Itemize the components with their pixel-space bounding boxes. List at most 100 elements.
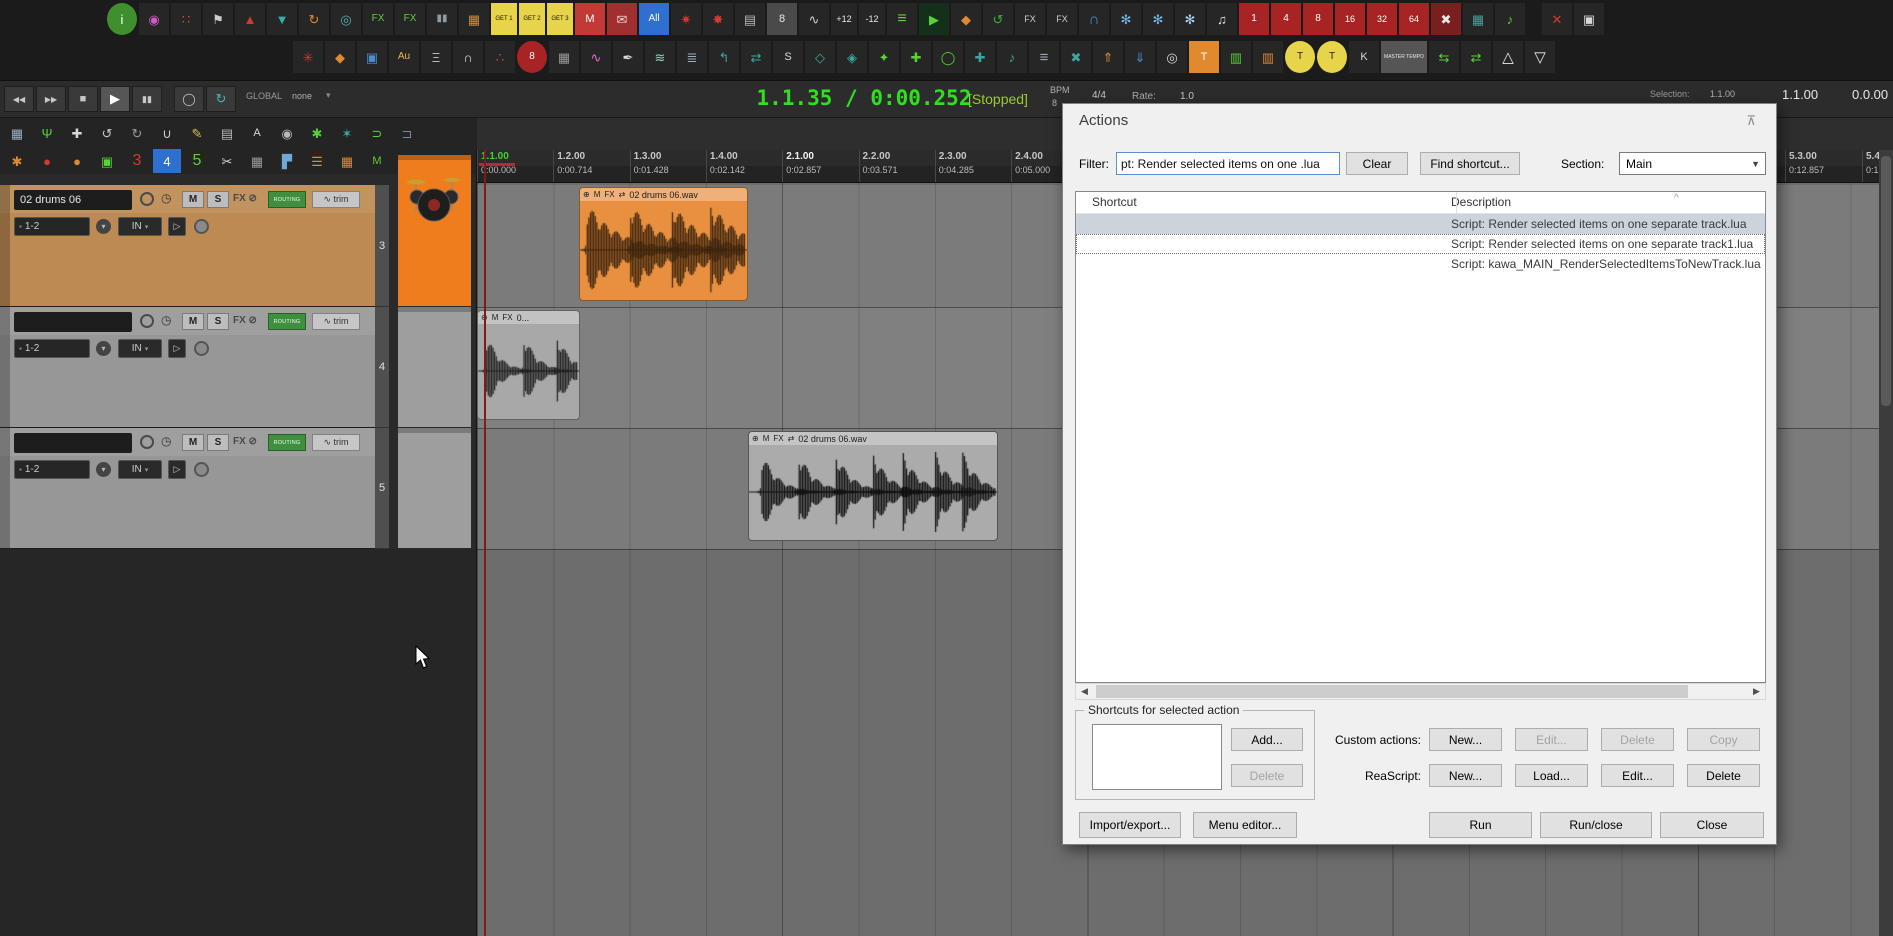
fx-button[interactable]: FX ⊘	[233, 315, 257, 326]
monitor-icon[interactable]: ◎	[331, 3, 361, 35]
arrow-up-icon[interactable]: ▲	[235, 3, 265, 35]
list-icon[interactable]: ▤	[213, 121, 241, 145]
note-green-icon[interactable]: ♪	[1495, 3, 1525, 35]
get3-icon[interactable]: GET 3	[547, 3, 573, 35]
window-icon[interactable]: ▛	[273, 149, 301, 173]
track-name-field[interactable]	[14, 433, 132, 453]
routing-button[interactable]: ROUTING	[268, 191, 306, 208]
media-item[interactable]: ⊕ M FX ⇄ 02 drums 06.wav	[748, 431, 998, 541]
au-icon[interactable]: Au	[389, 41, 419, 73]
lock-green-icon[interactable]: ▣	[93, 149, 121, 173]
diamond-orange2-icon[interactable]: ◆	[325, 41, 355, 73]
fx-button[interactable]: FX ⊘	[233, 436, 257, 447]
grid-orange2-icon[interactable]: ▦	[333, 149, 361, 173]
frame-icon[interactable]: ▣	[1574, 3, 1604, 35]
mixer-panel-track-3[interactable]	[398, 155, 471, 307]
mute-button[interactable]: M	[182, 313, 204, 330]
num3-icon[interactable]: 3	[123, 149, 151, 173]
scales-icon[interactable]: Ξ	[421, 41, 451, 73]
reascript-load-button[interactable]: Load...	[1515, 764, 1588, 787]
atom-icon[interactable]: ✳	[293, 41, 323, 73]
div8-icon[interactable]: 8	[1303, 3, 1333, 35]
solo-button[interactable]: S	[207, 191, 229, 208]
grid-orange-icon[interactable]: ▦	[459, 3, 489, 35]
global-automation-value[interactable]: none	[292, 91, 312, 101]
undo-green-icon[interactable]: ↺	[983, 3, 1013, 35]
clock-icon[interactable]: ◷	[161, 434, 171, 448]
bracket-icon[interactable]: ⊐	[393, 121, 421, 145]
stop-button[interactable]: ■	[68, 86, 98, 112]
master-tempo-icon[interactable]: MASTER TEMPO	[1381, 41, 1427, 73]
record-red-icon[interactable]: ●	[33, 149, 61, 173]
track-panel-4[interactable]: ◷ M S FX ⊘ ROUTING ∿ trim ▪ 1-2 ▾ IN ▾ ▷	[0, 307, 375, 428]
action-row[interactable]: Script: Render selected items on one sep…	[1076, 214, 1765, 234]
tri-down-icon[interactable]: ▽	[1525, 41, 1555, 73]
track-panel-5[interactable]: ◷ M S FX ⊘ ROUTING ∿ trim ▪ 1-2 ▾ IN ▾ ▷	[0, 428, 375, 549]
custom-copy-button[interactable]: Copy	[1687, 728, 1760, 751]
add-shortcut-button[interactable]: Add...	[1231, 728, 1303, 751]
clock-icon[interactable]: ◷	[161, 191, 171, 205]
menu-green-icon[interactable]: ≡	[887, 3, 917, 35]
sliders-icon[interactable]: ≡	[1029, 41, 1059, 73]
sparkle-icon[interactable]: ✦	[869, 41, 899, 73]
menu-editor-button[interactable]: Menu editor...	[1193, 812, 1297, 838]
dots-red-icon[interactable]: ∴	[485, 41, 515, 73]
mail-icon[interactable]: ✉	[607, 3, 637, 35]
input-button[interactable]: IN ▾	[118, 217, 162, 236]
wave-icon[interactable]: ∿	[799, 3, 829, 35]
cubes-teal-icon[interactable]: ▦	[1463, 3, 1493, 35]
star-teal-icon[interactable]: ✶	[333, 121, 361, 145]
column-orange-icon[interactable]: ▥	[1253, 41, 1283, 73]
eight-red-icon[interactable]: 8	[517, 41, 547, 73]
div1-icon[interactable]: 1	[1239, 3, 1269, 35]
dialog-titlebar[interactable]: Actions ⊼	[1063, 104, 1776, 138]
mute-button[interactable]: M	[182, 191, 204, 208]
record-arm-button[interactable]	[140, 314, 154, 328]
tuning-fork-icon[interactable]: Ψ	[33, 121, 61, 145]
global-automation-label[interactable]: GLOBAL	[246, 91, 282, 101]
import-export-button[interactable]: Import/export...	[1079, 812, 1181, 838]
play-box-icon[interactable]: ▶	[919, 3, 949, 35]
scissors-icon[interactable]: ✂	[213, 149, 241, 173]
plus-teal-icon[interactable]: ✚	[965, 41, 995, 73]
t-yellow-icon[interactable]: T	[1285, 41, 1315, 73]
media-item[interactable]: ⊕MFX0...	[477, 310, 580, 420]
close-icon[interactable]: ✕	[1542, 3, 1572, 35]
midi-icon[interactable]: M	[575, 3, 605, 35]
chevron-down-icon[interactable]: ▾	[96, 341, 111, 356]
shuffle-icon[interactable]: ⇆	[1429, 41, 1459, 73]
track-name-field[interactable]: 02 drums 06	[14, 190, 132, 210]
arrow-down-blue-icon[interactable]: ⇓	[1125, 41, 1155, 73]
fx-offline-icon[interactable]: FX	[395, 3, 425, 35]
spectrum-icon[interactable]: ≋	[645, 41, 675, 73]
phase-button[interactable]: ▷	[168, 217, 186, 236]
skull-icon[interactable]: ✖	[1431, 3, 1461, 35]
io-button[interactable]: ▪ 1-2	[14, 339, 90, 358]
phase-button[interactable]: ▷	[168, 339, 186, 358]
horizontal-scrollbar[interactable]: ◀ ▶	[1075, 683, 1766, 700]
track-panel-empty-area[interactable]	[0, 549, 477, 936]
shuffle2-icon[interactable]: ⇄	[1461, 41, 1491, 73]
m-green-icon[interactable]: M	[363, 149, 391, 173]
track-name-field[interactable]	[14, 312, 132, 332]
action-row[interactable]: Script: Render selected items on one sep…	[1076, 234, 1765, 254]
burst2-icon[interactable]: ✸	[703, 3, 733, 35]
shortcut-listbox[interactable]	[1092, 724, 1222, 790]
fx-chain2-icon[interactable]: FX	[1047, 3, 1077, 35]
target-icon[interactable]: ◎	[1157, 41, 1187, 73]
magnet-icon[interactable]: ∪	[153, 121, 181, 145]
fx-button[interactable]: FX ⊘	[233, 193, 257, 204]
t-orange-icon[interactable]: T	[1189, 41, 1219, 73]
action-row[interactable]: Script: kawa_MAIN_RenderSelectedItemsToN…	[1076, 254, 1765, 274]
column-description[interactable]: Description	[1451, 195, 1511, 209]
custom-new-button[interactable]: New...	[1429, 728, 1502, 751]
chevron-down-icon[interactable]: ▾	[96, 219, 111, 234]
record-arm-button[interactable]	[140, 192, 154, 206]
time-signature[interactable]: 4/4	[1092, 90, 1106, 101]
input-button[interactable]: IN ▾	[118, 339, 162, 358]
grid-small-icon[interactable]: ▦	[243, 149, 271, 173]
record-arm-button[interactable]	[140, 435, 154, 449]
arrow-down-icon[interactable]: ▼	[267, 3, 297, 35]
diamond-teal-icon[interactable]: ◇	[805, 41, 835, 73]
fx-bypass-icon[interactable]: FX	[363, 3, 393, 35]
